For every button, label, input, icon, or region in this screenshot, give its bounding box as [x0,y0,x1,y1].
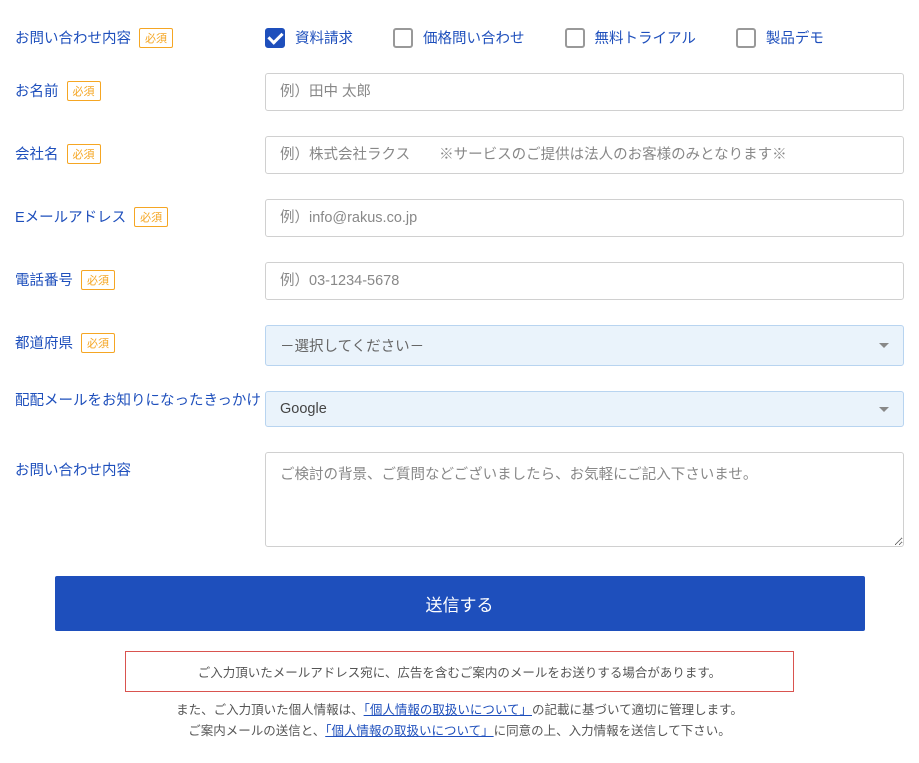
checkbox-free-trial[interactable]: 無料トライアル [565,27,696,48]
prefecture-select[interactable]: －選択してください－ [265,325,904,366]
label-text: お問い合わせ内容 [15,459,131,480]
company-input-col [265,136,904,174]
prefecture-row: 都道府県 必須 －選択してください－ [15,325,904,366]
privacy-link-1[interactable]: 「個人情報の取扱いについて」 [364,703,532,717]
label-text: 電話番号 [15,269,73,290]
inquiry-content-input-col [265,452,904,551]
phone-label: 電話番号 必須 [15,262,265,290]
inquiry-type-input-col: 資料請求 価格問い合わせ 無料トライアル 製品デモ [265,20,904,48]
inquiry-content-textarea[interactable] [265,452,904,547]
phone-input[interactable] [265,262,904,300]
notice-line1-post: の記載に基づいて適切に管理します。 [532,703,743,717]
name-input-col [265,73,904,111]
phone-input-col [265,262,904,300]
checkbox-label: 無料トライアル [595,27,696,48]
name-input[interactable] [265,73,904,111]
notice-line2-post: に同意の上、入力情報を送信して下さい。 [494,724,731,738]
prefecture-input-col: －選択してください－ [265,325,904,366]
privacy-link-2[interactable]: 「個人情報の取扱いについて」 [325,724,493,738]
inquiry-content-row: お問い合わせ内容 [15,452,904,551]
label-text: 都道府県 [15,332,73,353]
required-badge: 必須 [81,270,115,290]
name-label: お名前 必須 [15,73,265,101]
checkbox-label: 資料請求 [295,27,353,48]
checkbox-product-demo[interactable]: 製品デモ [736,27,824,48]
required-badge: 必須 [139,28,173,48]
required-badge: 必須 [134,207,168,227]
checkbox-icon [565,28,585,48]
checkbox-group: 資料請求 価格問い合わせ 無料トライアル 製品デモ [265,20,904,48]
company-label: 会社名 必須 [15,136,265,164]
notice-line1-pre: また、ご入力頂いた個人情報は、 [176,703,364,717]
label-text: 配配メールをお知りになったきっかけ [15,391,261,413]
chevron-down-icon [879,343,889,348]
notice-text: また、ご入力頂いた個人情報は、「個人情報の取扱いについて」の記載に基づいて適切に… [15,700,904,743]
name-row: お名前 必須 [15,73,904,111]
prefecture-label: 都道府県 必須 [15,325,265,353]
referral-select[interactable]: Google [265,391,904,427]
label-text: Eメールアドレス [15,206,126,227]
email-input[interactable] [265,199,904,237]
company-input[interactable] [265,136,904,174]
inquiry-content-label: お問い合わせ内容 [15,452,265,480]
checkbox-icon [265,28,285,48]
referral-row: 配配メールをお知りになったきっかけ Google [15,391,904,427]
required-badge: 必須 [81,333,115,353]
inquiry-type-row: お問い合わせ内容 必須 資料請求 価格問い合わせ 無料トライアル [15,20,904,48]
contact-form: お問い合わせ内容 必須 資料請求 価格問い合わせ 無料トライアル [0,0,919,763]
email-row: Eメールアドレス 必須 [15,199,904,237]
checkbox-doc-request[interactable]: 資料請求 [265,27,353,48]
required-badge: 必須 [67,144,101,164]
checkbox-label: 製品デモ [766,27,824,48]
select-value: Google [280,401,327,417]
submit-button[interactable]: 送信する [55,576,865,631]
inquiry-type-label: お問い合わせ内容 必須 [15,20,265,48]
email-label: Eメールアドレス 必須 [15,199,265,227]
checkbox-label: 価格問い合わせ [423,27,525,48]
chevron-down-icon [879,407,889,412]
label-text: お問い合わせ内容 [15,27,131,48]
referral-label: 配配メールをお知りになったきっかけ [15,391,265,413]
checkbox-icon [736,28,756,48]
select-value: －選択してください－ [280,335,424,356]
label-text: お名前 [15,80,59,101]
notice-box: ご入力頂いたメールアドレス宛に、広告を含むご案内のメールをお送りする場合がありま… [125,651,794,692]
notice-box-text: ご入力頂いたメールアドレス宛に、広告を含むご案内のメールをお送りする場合がありま… [198,666,721,680]
checkbox-price-inquiry[interactable]: 価格問い合わせ [393,27,525,48]
label-text: 会社名 [15,143,59,164]
referral-input-col: Google [265,391,904,427]
email-input-col [265,199,904,237]
company-row: 会社名 必須 [15,136,904,174]
notice-line2-pre: ご案内メールの送信と、 [188,724,325,738]
checkbox-icon [393,28,413,48]
required-badge: 必須 [67,81,101,101]
phone-row: 電話番号 必須 [15,262,904,300]
